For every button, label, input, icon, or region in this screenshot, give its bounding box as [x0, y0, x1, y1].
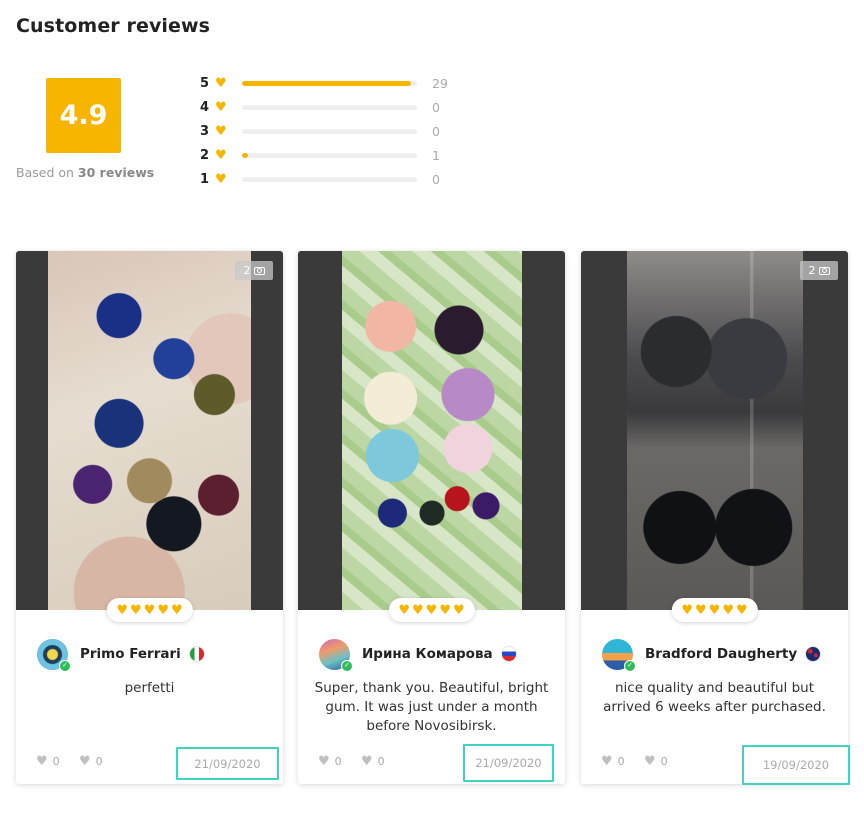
photo-image — [627, 251, 803, 610]
heart-icon: ♥ — [681, 602, 694, 618]
heart-icon: ♥ — [722, 602, 734, 618]
like-button[interactable]: ♥ 0 — [318, 754, 342, 769]
broken-heart-icon: ♥ — [644, 754, 656, 769]
heart-outline-icon: ♥ — [36, 754, 48, 769]
review-count: 30 reviews — [77, 165, 155, 180]
heart-outline-icon: ♥ — [601, 754, 613, 769]
avatar[interactable]: ✓ — [319, 638, 353, 672]
review-card[interactable]: ♥ ♥ ♥ ♥ ♥ ✓ Ирина Комарова Super, thank you.… — [298, 251, 565, 784]
like-button[interactable]: ♥ 0 — [36, 754, 60, 769]
heart-icon: ♥ — [157, 602, 169, 618]
heart-icon: ♥ — [695, 602, 707, 618]
heart-icon: ♥ — [398, 602, 411, 618]
author-name[interactable]: Bradford Daugherty — [645, 646, 797, 662]
review-date: 19/09/2020 — [742, 745, 850, 785]
review-author: ✓ Bradford Daugherty — [602, 637, 836, 672]
distribution-bar — [242, 153, 417, 158]
review-text: Super, thank you. Beautiful, bright gum.… — [314, 680, 549, 734]
review-rating: ♥ ♥ ♥ ♥ ♥ — [106, 598, 193, 622]
rating-distribution: 5 ♥ 29 4 ♥ 0 3 ♥ 0 2 ♥ 1 1 ♥ 0 — [200, 75, 460, 195]
dislike-button[interactable]: ♥ 0 — [644, 754, 668, 769]
review-date: 21/09/2020 — [463, 744, 554, 782]
distribution-fill — [242, 153, 249, 158]
photo-image — [48, 251, 251, 610]
heart-icon: ♥ — [215, 172, 227, 187]
heart-icon: ♥ — [439, 602, 451, 618]
based-on-text: Based on 30 reviews — [16, 165, 155, 180]
avatar[interactable]: ✓ — [602, 638, 636, 672]
review-photo[interactable]: 2 — [581, 251, 848, 610]
review-author: ✓ Ирина Комарова — [319, 637, 553, 672]
review-author: ✓ Primo Ferrari — [37, 637, 271, 672]
heart-icon: ♥ — [452, 602, 465, 618]
distribution-row[interactable]: 3 ♥ 0 — [200, 123, 460, 147]
author-name[interactable]: Ирина Комарова — [362, 646, 493, 662]
distribution-row[interactable]: 4 ♥ 0 — [200, 99, 460, 123]
distribution-fill — [242, 81, 412, 86]
author-name[interactable]: Primo Ferrari — [80, 646, 181, 662]
heart-icon: ♥ — [215, 148, 227, 163]
flag-icon — [805, 646, 822, 662]
camera-icon — [818, 266, 830, 275]
heart-icon: ♥ — [425, 602, 438, 618]
distribution-row[interactable]: 1 ♥ 0 — [200, 171, 460, 195]
review-rating: ♥ ♥ ♥ ♥ ♥ — [388, 598, 475, 622]
distribution-row[interactable]: 2 ♥ 1 — [200, 147, 460, 171]
heart-icon: ♥ — [215, 100, 227, 115]
heart-icon: ♥ — [116, 602, 129, 618]
like-button[interactable]: ♥ 0 — [601, 754, 625, 769]
review-card[interactable]: 2 ♥ ♥ ♥ ♥ ♥ ✓ Bradford Daugherty nice qualit… — [581, 251, 850, 785]
broken-heart-icon: ♥ — [361, 754, 373, 769]
camera-icon — [253, 266, 265, 275]
check-badge-icon: ✓ — [59, 659, 71, 672]
review-rating: ♥ ♥ ♥ ♥ ♥ — [671, 598, 758, 622]
heart-icon: ♥ — [215, 124, 227, 139]
review-date: 21/09/2020 — [176, 747, 279, 780]
heart-icon: ♥ — [130, 602, 142, 618]
heart-icon: ♥ — [215, 76, 227, 91]
check-badge-icon: ✓ — [624, 659, 636, 672]
heart-outline-icon: ♥ — [318, 754, 330, 769]
review-photo[interactable] — [298, 251, 565, 610]
heart-icon: ♥ — [170, 602, 183, 618]
heart-icon: ♥ — [708, 602, 721, 618]
photo-image — [342, 251, 522, 610]
distribution-bar — [242, 81, 417, 86]
dislike-button[interactable]: ♥ 0 — [79, 754, 103, 769]
distribution-bar — [242, 177, 417, 182]
heart-icon: ♥ — [735, 602, 748, 618]
review-card[interactable]: 2 ♥ ♥ ♥ ♥ ♥ ✓ Primo Ferrari perfetti ♥ 0 ♥ 0 2… — [16, 251, 283, 784]
flag-icon — [500, 646, 517, 662]
review-text: nice quality and beautiful but arrived 6… — [603, 680, 826, 715]
average-score: 4.9 — [46, 78, 121, 153]
avatar[interactable]: ✓ — [37, 638, 71, 672]
photo-count-badge[interactable]: 2 — [235, 261, 273, 280]
check-badge-icon: ✓ — [341, 659, 353, 672]
photo-count-badge[interactable]: 2 — [800, 261, 838, 280]
distribution-row[interactable]: 5 ♥ 29 — [200, 75, 460, 99]
distribution-bar — [242, 105, 417, 110]
heart-icon: ♥ — [143, 602, 156, 618]
broken-heart-icon: ♥ — [79, 754, 91, 769]
review-photo[interactable]: 2 — [16, 251, 283, 610]
heart-icon: ♥ — [412, 602, 424, 618]
dislike-button[interactable]: ♥ 0 — [361, 754, 385, 769]
section-title: Customer reviews — [16, 15, 211, 37]
distribution-bar — [242, 129, 417, 134]
flag-icon — [188, 646, 205, 662]
review-text: perfetti — [124, 680, 175, 696]
